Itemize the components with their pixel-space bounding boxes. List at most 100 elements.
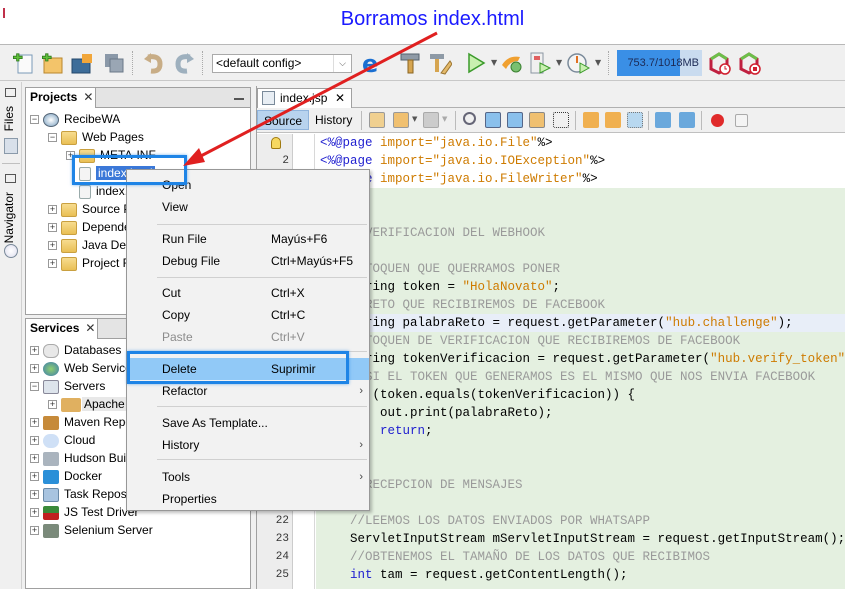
shift-right-icon[interactable] xyxy=(679,112,695,128)
collapse-icon[interactable]: − xyxy=(48,133,57,143)
menu-item-paste[interactable]: Paste Ctrl+V xyxy=(127,326,369,348)
hint-bulb-icon[interactable] xyxy=(271,137,281,149)
forward-icon[interactable] xyxy=(423,112,439,128)
collapse-icon[interactable]: − xyxy=(30,382,39,392)
menu-item-history[interactable]: History › xyxy=(127,434,369,456)
tree-node-selenium-server[interactable]: + Selenium Server xyxy=(30,521,153,539)
line-number: 24 xyxy=(275,551,289,563)
tree-node-recibewa[interactable]: − RecibeWA xyxy=(30,110,120,128)
build-icon[interactable] xyxy=(398,51,422,75)
menu-separator xyxy=(157,277,367,278)
expand-icon[interactable]: + xyxy=(48,400,57,410)
open-project-icon[interactable] xyxy=(70,51,94,75)
expand-icon[interactable]: + xyxy=(30,454,39,464)
tree-node-docker[interactable]: + Docker xyxy=(30,467,102,485)
back-icon[interactable] xyxy=(393,112,409,128)
toggle-highlight-icon[interactable] xyxy=(529,112,545,128)
expand-icon[interactable]: + xyxy=(30,508,39,518)
tree-node-servers[interactable]: − Servers xyxy=(30,377,105,395)
save-all-icon[interactable] xyxy=(102,51,126,75)
new-project-icon[interactable] xyxy=(40,51,64,75)
tree-node-cloud[interactable]: + Cloud xyxy=(30,431,95,449)
debug-dropdown-icon[interactable]: ▼ xyxy=(556,58,562,67)
find-previous-icon[interactable] xyxy=(485,112,501,128)
collapse-icon[interactable]: − xyxy=(30,115,39,125)
expand-icon[interactable]: + xyxy=(48,205,57,215)
next-bookmark-icon[interactable] xyxy=(605,112,621,128)
rectangular-selection-icon[interactable] xyxy=(553,112,569,128)
minimize-icon[interactable] xyxy=(234,98,244,100)
expand-icon[interactable]: + xyxy=(30,526,39,536)
tree-node-databases[interactable]: + Databases xyxy=(30,341,121,359)
start-macro-recording-icon[interactable] xyxy=(711,114,724,127)
stop-gc-icon[interactable] xyxy=(737,51,761,75)
run-dropdown-icon[interactable]: ▼ xyxy=(491,58,497,67)
menu-item-properties[interactable]: Properties xyxy=(127,488,369,510)
memory-indicator[interactable]: 753.7/1018MB xyxy=(617,50,702,76)
deploy-icon[interactable] xyxy=(500,51,524,75)
web-project-icon xyxy=(43,112,59,127)
back-dropdown-icon[interactable]: ▼ xyxy=(412,115,417,123)
restore-window-icon[interactable] xyxy=(5,174,16,183)
services-tab[interactable]: Services ✕ xyxy=(26,319,98,339)
clean-build-icon[interactable] xyxy=(428,51,453,75)
expand-icon[interactable]: + xyxy=(48,241,57,251)
tree-node-web-pages[interactable]: − Web Pages xyxy=(48,128,144,146)
tree-node-web-services[interactable]: + Web Services xyxy=(30,359,138,377)
debug-icon[interactable] xyxy=(528,51,552,75)
last-edit-icon[interactable] xyxy=(369,112,385,128)
code-line: ServletInputStream mServletInputStream =… xyxy=(316,530,845,548)
tree-node-js-test-driver[interactable]: + JS Test Driver xyxy=(30,503,138,521)
expand-icon[interactable]: + xyxy=(48,259,57,269)
expand-icon[interactable]: + xyxy=(30,472,39,482)
tree-node-label: Servers xyxy=(64,379,106,393)
source-view-button[interactable]: Source xyxy=(257,110,310,130)
profile-dropdown-icon[interactable]: ▼ xyxy=(595,58,601,67)
editor-tab-index-jsp[interactable]: index.jsp ✕ xyxy=(257,88,352,108)
menu-item-run-file[interactable]: Run File Mayús+F6 xyxy=(127,228,369,250)
menu-item-tools[interactable]: Tools › xyxy=(127,466,369,488)
library-folder-icon xyxy=(61,220,77,235)
line-number: 23 xyxy=(275,533,289,545)
shift-left-icon[interactable] xyxy=(655,112,671,128)
profile-icon[interactable] xyxy=(566,51,591,75)
config-select[interactable]: <default config> ⌵ xyxy=(212,54,352,73)
run-icon[interactable] xyxy=(464,51,488,75)
code-token: ServletInputStream mServletInputStream =… xyxy=(320,532,845,546)
browser-icon[interactable]: e xyxy=(360,50,384,78)
menu-item-cut[interactable]: Cut Ctrl+X xyxy=(127,282,369,304)
code-area[interactable]: <%@page import="java.io.File"%> <%@page i… xyxy=(316,134,845,589)
new-file-icon[interactable] xyxy=(12,51,36,75)
close-icon[interactable]: ✕ xyxy=(85,321,95,335)
find-icon[interactable] xyxy=(463,112,476,125)
previous-bookmark-icon[interactable] xyxy=(583,112,599,128)
expand-icon[interactable]: + xyxy=(30,418,39,428)
menu-item-save-as-template[interactable]: Save As Template... xyxy=(127,412,369,434)
code-token: ; xyxy=(552,280,561,294)
redo-icon[interactable] xyxy=(172,51,196,75)
toggle-bookmark-icon[interactable] xyxy=(627,112,643,128)
restore-window-icon[interactable] xyxy=(5,88,16,97)
forward-dropdown-icon[interactable]: ▼ xyxy=(442,115,447,123)
callout-box-index-html xyxy=(72,155,187,185)
close-icon[interactable]: ✕ xyxy=(335,89,345,107)
undo-icon[interactable] xyxy=(142,51,166,75)
gc-icon[interactable] xyxy=(707,51,731,75)
web-services-icon xyxy=(43,361,59,376)
menu-item-debug-file[interactable]: Debug File Ctrl+Mayús+F5 xyxy=(127,250,369,272)
history-view-button[interactable]: History xyxy=(309,110,358,130)
projects-tab[interactable]: Projects ✕ xyxy=(26,88,96,108)
navigator-tab[interactable]: Navigator xyxy=(2,192,16,243)
expand-icon[interactable]: + xyxy=(30,436,39,446)
menu-item-view[interactable]: View xyxy=(127,196,369,218)
close-icon[interactable]: ✕ xyxy=(83,90,93,104)
expand-icon[interactable]: + xyxy=(30,346,39,356)
expand-icon[interactable]: + xyxy=(30,490,39,500)
menu-item-copy[interactable]: Copy Ctrl+C xyxy=(127,304,369,326)
expand-icon[interactable]: + xyxy=(48,223,57,233)
tomcat-icon xyxy=(61,397,81,412)
expand-icon[interactable]: + xyxy=(30,364,39,374)
find-next-icon[interactable] xyxy=(507,112,523,128)
files-tab[interactable]: Files xyxy=(2,106,16,131)
stop-macro-recording-icon[interactable] xyxy=(735,114,748,127)
